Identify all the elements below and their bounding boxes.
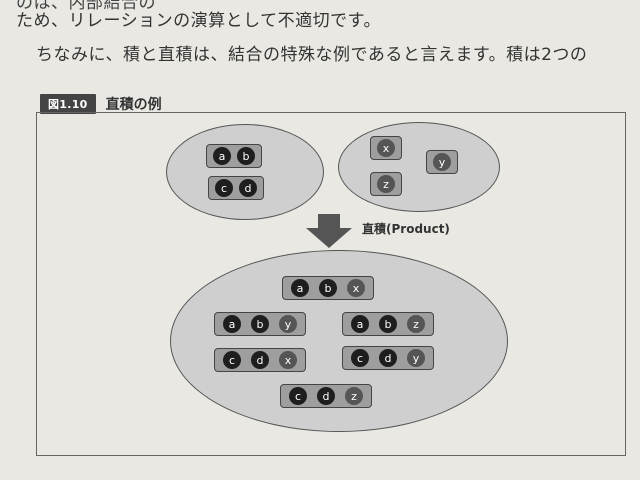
- product-tuple: a b y: [214, 312, 306, 336]
- set-b-tuple: z: [370, 172, 402, 196]
- product-tuple: c d z: [280, 384, 372, 408]
- element: c: [351, 349, 369, 367]
- body-text-line-1: ため、リレーションの演算として不適切です。: [16, 11, 381, 31]
- set-a-ellipse: [166, 124, 324, 220]
- element: y: [279, 315, 297, 333]
- element: b: [379, 315, 397, 333]
- element: a: [213, 147, 231, 165]
- element: d: [251, 351, 269, 369]
- element: c: [223, 351, 241, 369]
- element: y: [407, 349, 425, 367]
- set-a-tuple: c d: [208, 176, 264, 200]
- element: b: [237, 147, 255, 165]
- element: c: [289, 387, 307, 405]
- element: z: [407, 315, 425, 333]
- element: d: [239, 179, 257, 197]
- down-arrow-icon: [306, 214, 352, 248]
- element: d: [317, 387, 335, 405]
- element: a: [291, 279, 309, 297]
- element: a: [351, 315, 369, 333]
- product-tuple: c d y: [342, 346, 434, 370]
- figure-title: 直積の例: [105, 97, 162, 113]
- element: b: [319, 279, 337, 297]
- element: x: [279, 351, 297, 369]
- element: z: [345, 387, 363, 405]
- product-label: 直積(Product): [362, 222, 450, 236]
- element: x: [377, 139, 395, 157]
- element: a: [223, 315, 241, 333]
- set-a-tuple: a b: [206, 144, 262, 168]
- element: x: [347, 279, 365, 297]
- figure-number-badge: 図1.10: [40, 94, 96, 114]
- set-b-ellipse: [338, 122, 500, 212]
- product-tuple: a b x: [282, 276, 374, 300]
- element: b: [251, 315, 269, 333]
- body-text-line-2: ちなみに、積と直積は、結合の特殊な例であると言えます。積は2つの: [36, 45, 588, 65]
- product-tuple: c d x: [214, 348, 306, 372]
- element: z: [377, 175, 395, 193]
- figure-caption: 図1.10 直積の例: [40, 94, 162, 114]
- set-b-tuple: x: [370, 136, 402, 160]
- element: c: [215, 179, 233, 197]
- element: d: [379, 349, 397, 367]
- element: y: [433, 153, 451, 171]
- product-tuple: a b z: [342, 312, 434, 336]
- set-b-tuple: y: [426, 150, 458, 174]
